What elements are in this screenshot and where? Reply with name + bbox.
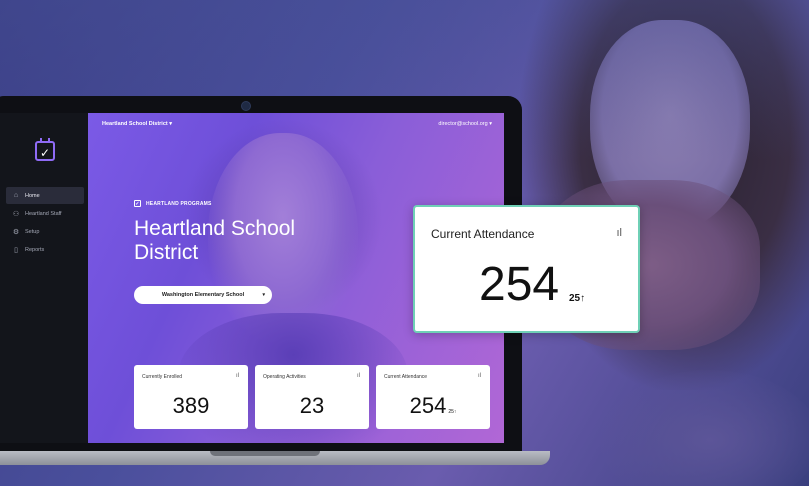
chevron-down-icon: ▾ xyxy=(169,121,173,127)
checkbox-icon: ✓ xyxy=(134,200,141,207)
chevron-down-icon: ▾ xyxy=(262,292,265,298)
card-currently-enrolled[interactable]: Currently Enrolled ıl 389 xyxy=(134,365,248,429)
card-value: 254 25↑ xyxy=(409,393,457,418)
card-value: 254 xyxy=(479,258,560,311)
sidebar-item-label: Heartland Staff xyxy=(25,210,62,217)
sidebar-item-reports[interactable]: ▯ Reports xyxy=(6,241,84,258)
sidebar-item-label: Home xyxy=(25,192,40,199)
user-menu[interactable]: director@school.org ▾ xyxy=(438,121,492,127)
card-delta: 25↑ xyxy=(448,409,457,415)
sidebar-nav: ⌂ Home ⚇ Heartland Staff ⚙ Setup ▯ Repor… xyxy=(6,187,84,259)
sidebar: ✓ ⌂ Home ⚇ Heartland Staff ⚙ Setup ▯ Rep… xyxy=(0,113,88,443)
gear-icon: ⚙ xyxy=(12,228,20,236)
chevron-down-icon: ▾ xyxy=(489,121,492,127)
card-delta: 25↑ xyxy=(569,293,586,304)
bar-chart-icon[interactable]: ıl xyxy=(617,227,623,239)
card-value: 389 xyxy=(172,393,210,418)
card-operating-activities[interactable]: Operating Activities ıl 23 xyxy=(255,365,369,429)
card-value: 23 xyxy=(299,393,325,418)
card-label: Currently Enrolled xyxy=(142,374,183,380)
card-label: Operating Activities xyxy=(263,374,306,380)
floating-attendance-card[interactable]: Current Attendance ıl 254 25↑ xyxy=(413,205,640,333)
laptop-base-notch xyxy=(210,451,320,456)
program-label: ✓ HEARTLAND PROGRAMS xyxy=(134,200,212,207)
user-email: director@school.org xyxy=(438,121,488,127)
card-label: Current Attendance xyxy=(431,227,535,241)
sidebar-item-setup[interactable]: ⚙ Setup xyxy=(6,223,84,240)
bar-chart-icon[interactable]: ıl xyxy=(236,373,239,379)
staff-icon: ⚇ xyxy=(12,210,20,218)
page-title: Heartland School District xyxy=(134,217,296,264)
school-select[interactable]: Washington Elementary School ▾ xyxy=(134,286,272,304)
program-label-text: HEARTLAND PROGRAMS xyxy=(146,200,212,207)
bar-chart-icon[interactable]: ıl xyxy=(478,373,481,379)
calendar-check-logo-icon[interactable]: ✓ xyxy=(35,138,55,161)
camera-icon xyxy=(241,101,251,111)
document-icon: ▯ xyxy=(14,246,18,254)
card-current-attendance[interactable]: Current Attendance ıl 254 25↑ xyxy=(376,365,490,429)
school-select-value: Washington Elementary School xyxy=(161,292,245,298)
card-label: Current Attendance xyxy=(384,374,428,380)
district-selector[interactable]: Heartland School District ▾ xyxy=(102,121,172,127)
sidebar-item-heartland-staff[interactable]: ⚇ Heartland Staff xyxy=(6,205,84,222)
sidebar-item-label: Setup xyxy=(25,228,40,235)
district-selector-label: Heartland School District xyxy=(102,121,168,127)
sidebar-item-label: Reports xyxy=(25,246,45,253)
home-icon: ⌂ xyxy=(13,192,19,199)
bar-chart-icon[interactable]: ıl xyxy=(357,373,360,379)
sidebar-item-home[interactable]: ⌂ Home xyxy=(6,187,84,204)
